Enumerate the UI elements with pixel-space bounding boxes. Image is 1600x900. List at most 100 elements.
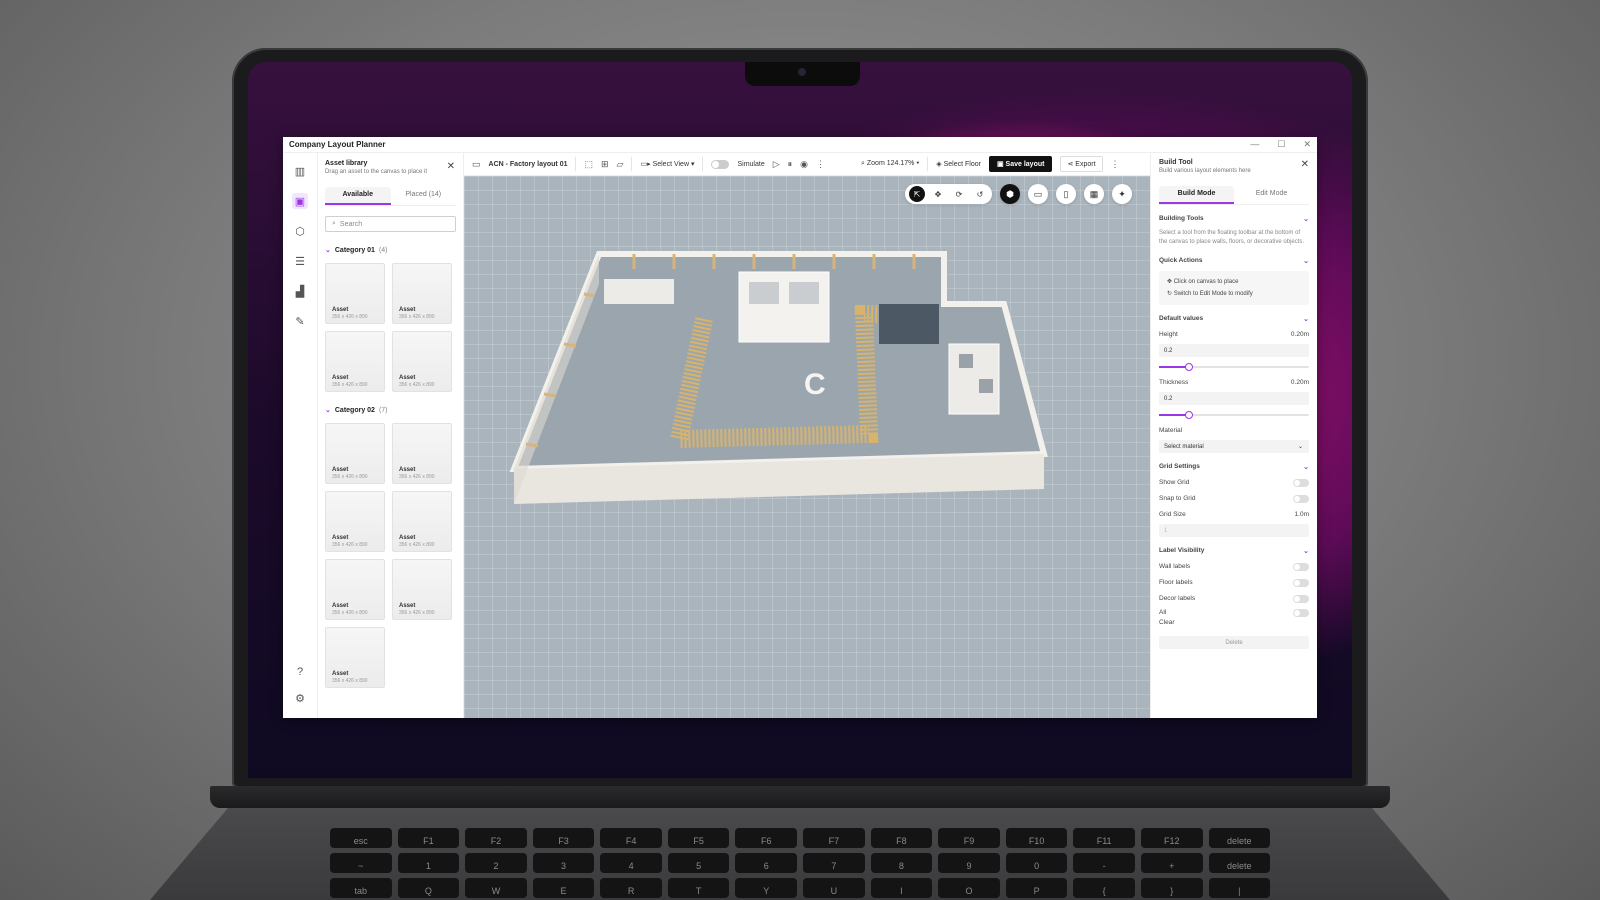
select-tool-icon[interactable]: ⇱ <box>909 186 925 202</box>
section-quick-actions[interactable]: Quick Actions ⌄ <box>1159 257 1309 265</box>
search-icon: ⌕ <box>332 220 336 227</box>
3d-box-tool-icon[interactable]: ⬢ <box>1000 184 1020 204</box>
app-window: Company Layout Planner — ☐ ✕ ▥ ▣ ⬡ ☰ ▟ ✎… <box>283 137 1317 718</box>
magic-wand-icon[interactable]: ✦ <box>1112 184 1132 204</box>
build-tool-panel: Build Tool Build various layout elements… <box>1150 153 1317 718</box>
wall-tool-icon[interactable]: ▭ <box>1028 184 1048 204</box>
asset-dimensions: 356 x 426 x 890 <box>399 610 435 616</box>
brush-icon[interactable]: ✎ <box>292 313 308 329</box>
tab-build-mode[interactable]: Build Mode <box>1159 186 1234 204</box>
left-rail: ▥ ▣ ⬡ ☰ ▟ ✎ ? ⚙ <box>283 153 318 718</box>
folder-icon[interactable]: ▭ <box>472 159 481 170</box>
keyboard-key: W <box>465 878 527 898</box>
help-icon[interactable]: ? <box>292 664 308 680</box>
keyboard-key: 1 <box>397 853 460 873</box>
keyboard-key: P <box>1005 878 1068 898</box>
analytics-icon[interactable]: ▟ <box>292 283 308 299</box>
search-input[interactable]: ⌕ Search <box>325 216 456 232</box>
asset-card[interactable]: Asset 356 x 426 x 890 <box>392 423 452 484</box>
undo-icon[interactable]: ↺ <box>972 186 988 202</box>
section-grid-settings[interactable]: Grid Settings ⌄ <box>1159 463 1309 471</box>
thickness-input[interactable]: 0.2 <box>1159 392 1309 405</box>
thickness-slider[interactable] <box>1159 411 1309 419</box>
clear-labels-button[interactable]: Clear <box>1159 619 1175 626</box>
asset-card[interactable]: Asset 356 x 426 x 890 <box>392 331 452 392</box>
export-button[interactable]: ⋖ Export <box>1060 156 1103 172</box>
wall-labels-toggle[interactable] <box>1293 563 1309 571</box>
section-building-tools[interactable]: Building Tools ⌄ <box>1159 215 1309 223</box>
asset-card[interactable]: Asset 356 x 426 x 890 <box>325 423 385 484</box>
pause-icon[interactable]: ⏸ <box>788 159 793 170</box>
all-labels-button[interactable]: All <box>1159 609 1166 617</box>
maximize-icon[interactable]: ☐ <box>1277 139 1285 150</box>
simulate-toggle[interactable] <box>711 159 730 169</box>
material-select[interactable]: Select material ⌄ <box>1159 440 1309 453</box>
more-sim-icon[interactable]: ⋮ <box>816 159 825 170</box>
keyboard-key: Q <box>397 878 460 898</box>
layers-icon[interactable]: ☰ <box>292 253 308 269</box>
map-tool-icon[interactable]: ▯ <box>1056 184 1076 204</box>
height-slider[interactable] <box>1159 363 1309 371</box>
asset-card[interactable]: Asset 356 x 426 x 890 <box>392 491 452 552</box>
keyboard-key: esc <box>330 828 392 848</box>
tab-edit-mode[interactable]: Edit Mode <box>1234 186 1309 204</box>
tab-available[interactable]: Available <box>325 187 391 205</box>
play-icon[interactable]: ▷ <box>773 159 780 170</box>
category-header[interactable]: ⌄ Category 02 (7) <box>325 406 456 415</box>
category-header[interactable]: ⌄ Category 01 (4) <box>325 246 456 255</box>
open-folder-icon[interactable]: ▱ <box>617 159 624 170</box>
select-floor-dropdown[interactable]: ◈ Select Floor <box>936 160 981 168</box>
grid-size-input[interactable]: 1 <box>1159 524 1309 537</box>
record-icon[interactable]: ◉ <box>800 159 808 170</box>
floor-labels-toggle[interactable] <box>1293 579 1309 587</box>
asset-card[interactable]: Asset 356 x 426 x 890 <box>325 491 385 552</box>
3d-canvas[interactable]: ⇱ ✥ ⟳ ↺ ⬢ ▭ ▯ ▦ ✦ C <box>464 176 1150 718</box>
asset-card[interactable]: Asset 356 x 426 x 890 <box>325 263 385 324</box>
layout-2d-icon[interactable]: ▣ <box>292 193 308 209</box>
more-options-icon[interactable]: ⋮ <box>1111 159 1120 170</box>
asset-dimensions: 356 x 426 x 890 <box>399 542 435 548</box>
close-window-icon[interactable]: ✕ <box>1303 139 1311 150</box>
frame-icon[interactable]: ⬚ <box>584 159 593 170</box>
asset-card[interactable]: Asset 356 x 426 x 890 <box>392 263 452 324</box>
height-slider-handle[interactable] <box>1185 363 1193 371</box>
close-library-icon[interactable]: ✕ <box>447 161 455 172</box>
asset-card[interactable]: Asset 356 x 426 x 890 <box>325 331 385 392</box>
snap-grid-toggle[interactable] <box>1293 495 1309 503</box>
zoom-dropdown[interactable]: ⌕ Zoom 124.17% ▾ <box>861 160 919 168</box>
asset-library-panel: Asset library Drag an asset to the canva… <box>318 153 464 718</box>
height-input[interactable]: 0.2 <box>1159 344 1309 357</box>
asset-card[interactable]: Asset 356 x 426 x 890 <box>392 559 452 620</box>
move-tool-icon[interactable]: ✥ <box>930 186 946 202</box>
asset-dimensions: 356 x 426 x 890 <box>332 610 368 616</box>
chevron-down-icon: ⌄ <box>325 407 331 414</box>
cube-icon[interactable]: ⬡ <box>292 223 308 239</box>
grid-view-icon[interactable]: ⊞ <box>601 159 609 170</box>
project-name[interactable]: ACN - Factory layout 01 <box>489 161 568 168</box>
section-default-values[interactable]: Default values ⌄ <box>1159 315 1309 323</box>
delete-button[interactable]: Delete <box>1159 636 1309 649</box>
svg-text:C: C <box>804 368 826 401</box>
chevron-down-icon: ⌄ <box>1303 216 1309 223</box>
minimize-icon[interactable]: — <box>1250 139 1259 150</box>
tab-placed[interactable]: Placed (14) <box>391 187 457 205</box>
factory-layout-model[interactable]: C <box>504 224 1114 524</box>
decor-labels-toggle[interactable] <box>1293 595 1309 603</box>
close-build-tool-icon[interactable]: ✕ <box>1301 159 1309 170</box>
show-grid-toggle[interactable] <box>1293 479 1309 487</box>
settings-icon[interactable]: ⚙ <box>292 690 308 706</box>
rotate-tool-icon[interactable]: ⟳ <box>951 186 967 202</box>
panels-icon[interactable]: ▥ <box>292 163 308 179</box>
floor-grid-tool-icon[interactable]: ▦ <box>1084 184 1104 204</box>
asset-label: Asset <box>332 307 349 313</box>
save-layout-button[interactable]: ▣ Save layout <box>988 156 1053 172</box>
library-tabs: Available Placed (14) <box>325 187 456 206</box>
section-label-visibility[interactable]: Label Visibility ⌄ <box>1159 547 1309 555</box>
select-view-dropdown[interactable]: ▭▸ Select View ▾ <box>640 160 694 168</box>
asset-label: Asset <box>399 307 416 313</box>
asset-card[interactable]: Asset 356 x 426 x 890 <box>325 559 385 620</box>
all-labels-toggle[interactable] <box>1293 609 1309 617</box>
zoom-icon: ⌕ <box>861 160 865 167</box>
asset-card[interactable]: Asset 356 x 426 x 890 <box>325 627 385 688</box>
thickness-slider-handle[interactable] <box>1185 411 1193 419</box>
